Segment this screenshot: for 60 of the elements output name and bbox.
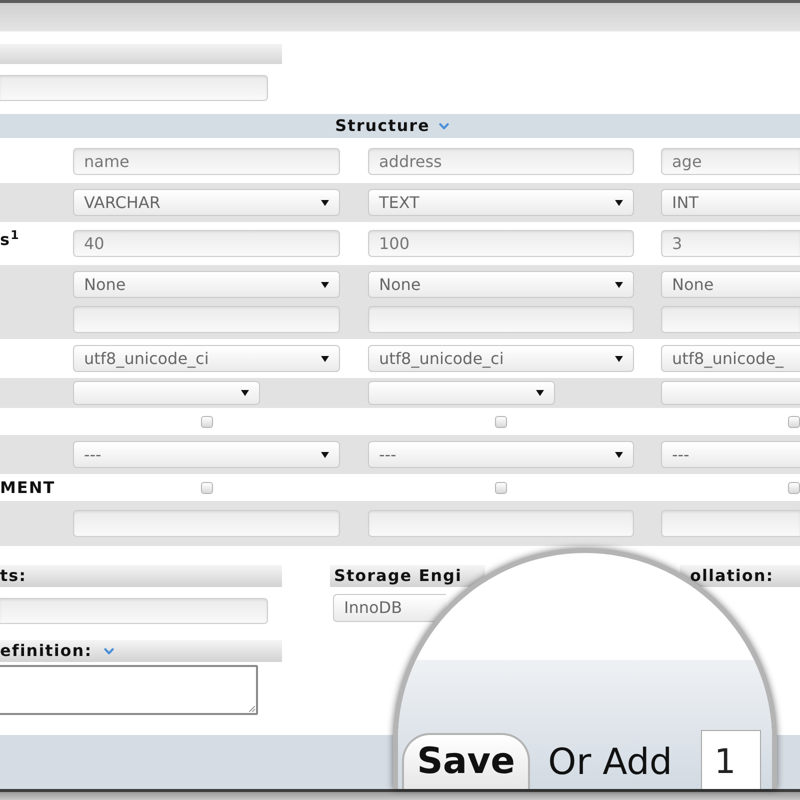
or-add-label: Or Add xyxy=(548,743,672,783)
dropdown-select[interactable]: --- xyxy=(368,441,634,468)
text-input[interactable] xyxy=(368,510,634,537)
dropdown-arrow-icon xyxy=(321,200,329,206)
header-label: Storage Engi xyxy=(334,568,462,584)
text-input[interactable] xyxy=(368,306,634,333)
resize-grip-icon[interactable] xyxy=(249,706,255,712)
save-button[interactable]: Save xyxy=(402,733,530,789)
dropdown-arrow-icon xyxy=(321,282,329,288)
checkbox[interactable] xyxy=(495,416,507,428)
header-label: ollation: xyxy=(690,568,774,584)
dropdown-select[interactable]: InnoDB xyxy=(333,594,446,622)
checkbox[interactable] xyxy=(788,416,800,428)
dropdown-select[interactable]: None xyxy=(368,271,634,298)
dropdown-arrow-icon xyxy=(615,356,623,362)
text-input[interactable]: address xyxy=(368,148,634,175)
dropdown-arrow-icon xyxy=(615,282,623,288)
text-input[interactable] xyxy=(0,598,268,624)
dropdown-arrow-icon xyxy=(615,200,623,206)
row-label: s$^{1}$ xyxy=(0,230,21,250)
text-input[interactable] xyxy=(661,306,800,333)
text-input[interactable]: 40 xyxy=(73,230,340,257)
chevron-down-icon[interactable] xyxy=(438,122,449,130)
checkbox[interactable] xyxy=(200,482,212,494)
text-input[interactable]: age xyxy=(661,148,800,175)
textarea[interactable] xyxy=(0,665,258,715)
dropdown-arrow-icon xyxy=(615,452,623,458)
header-label: efinition: xyxy=(0,643,92,659)
dropdown-select[interactable] xyxy=(661,381,800,405)
text-input[interactable]: 3 xyxy=(661,230,800,257)
row-label: MENT xyxy=(0,478,56,498)
dropdown-select[interactable]: utf8_unicode_ci xyxy=(368,345,634,372)
text-input[interactable]: 100 xyxy=(368,230,634,257)
dropdown-arrow-icon xyxy=(241,390,249,396)
dropdown-select[interactable]: VARCHAR xyxy=(73,189,340,216)
dropdown-select[interactable]: --- xyxy=(661,441,800,468)
dropdown-arrow-icon xyxy=(321,452,329,458)
chevron-down-icon[interactable] xyxy=(104,648,114,654)
text-input[interactable] xyxy=(73,510,340,537)
dropdown-select[interactable]: utf8_unicode_ci xyxy=(73,345,340,372)
dropdown-arrow-icon xyxy=(536,390,544,396)
dropdown-select[interactable]: TEXT xyxy=(368,189,634,216)
dropdown-select[interactable]: INT xyxy=(661,189,800,216)
text-input[interactable] xyxy=(661,510,800,537)
checkbox[interactable] xyxy=(200,416,212,428)
number-input[interactable]: 1 xyxy=(701,730,762,789)
dropdown-select[interactable] xyxy=(73,381,260,405)
structure-title: Structure xyxy=(335,118,430,134)
text-input[interactable] xyxy=(0,75,268,101)
header-label: ts: xyxy=(0,568,27,584)
checkbox[interactable] xyxy=(495,482,507,494)
checkbox[interactable] xyxy=(788,482,800,494)
text-input[interactable] xyxy=(73,306,340,333)
dropdown-select[interactable]: utf8_unicode_ xyxy=(661,345,800,372)
dropdown-select[interactable] xyxy=(368,381,555,405)
dropdown-select[interactable]: None xyxy=(73,271,340,298)
dropdown-arrow-icon xyxy=(321,356,329,362)
dropdown-select[interactable]: None xyxy=(661,271,800,298)
dropdown-select[interactable]: --- xyxy=(73,441,340,468)
text-input[interactable]: name xyxy=(73,148,340,175)
